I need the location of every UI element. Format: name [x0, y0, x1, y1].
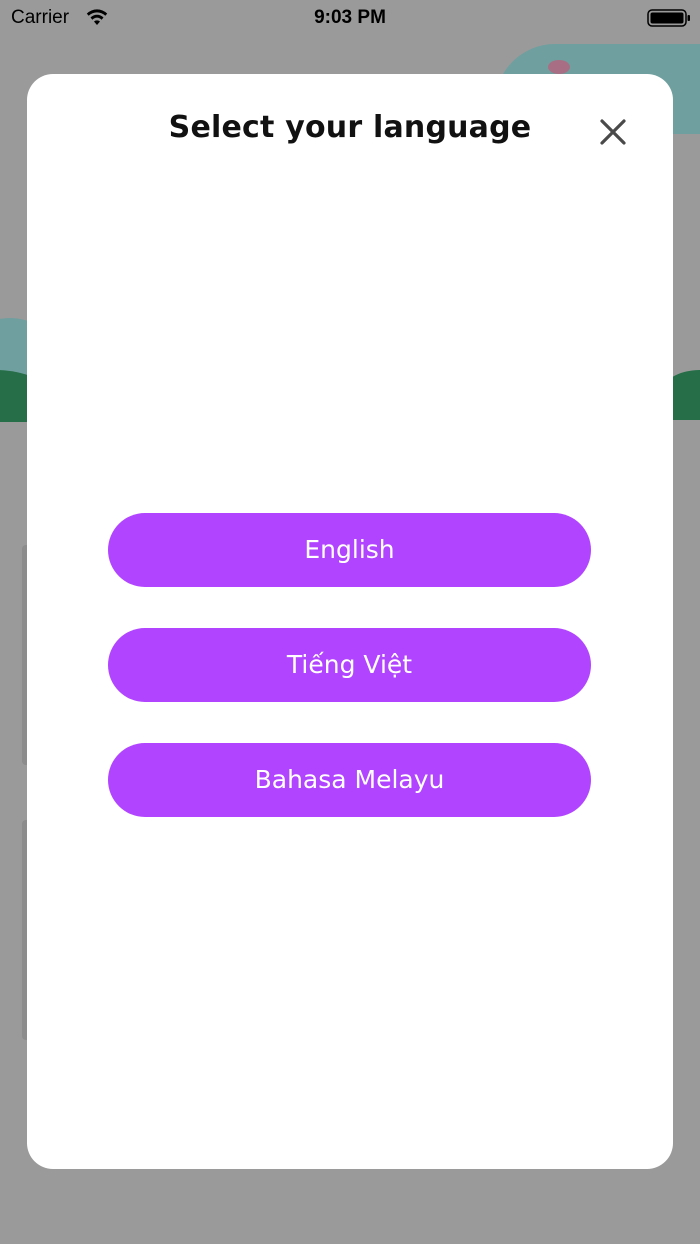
language-button-malay[interactable]: Bahasa Melayu — [108, 743, 591, 817]
language-button-vietnamese[interactable]: Tiếng Việt — [108, 628, 591, 702]
background-decoration — [548, 60, 570, 74]
status-time: 9:03 PM — [314, 7, 386, 28]
modal-title: Select your language — [168, 110, 532, 145]
close-icon[interactable] — [593, 112, 633, 152]
battery-icon — [647, 9, 691, 27]
language-button-english[interactable]: English — [108, 513, 591, 587]
status-bar: Carrier 9:03 PM — [0, 0, 700, 36]
language-modal: Select your language English Tiếng Việt … — [27, 74, 673, 1169]
